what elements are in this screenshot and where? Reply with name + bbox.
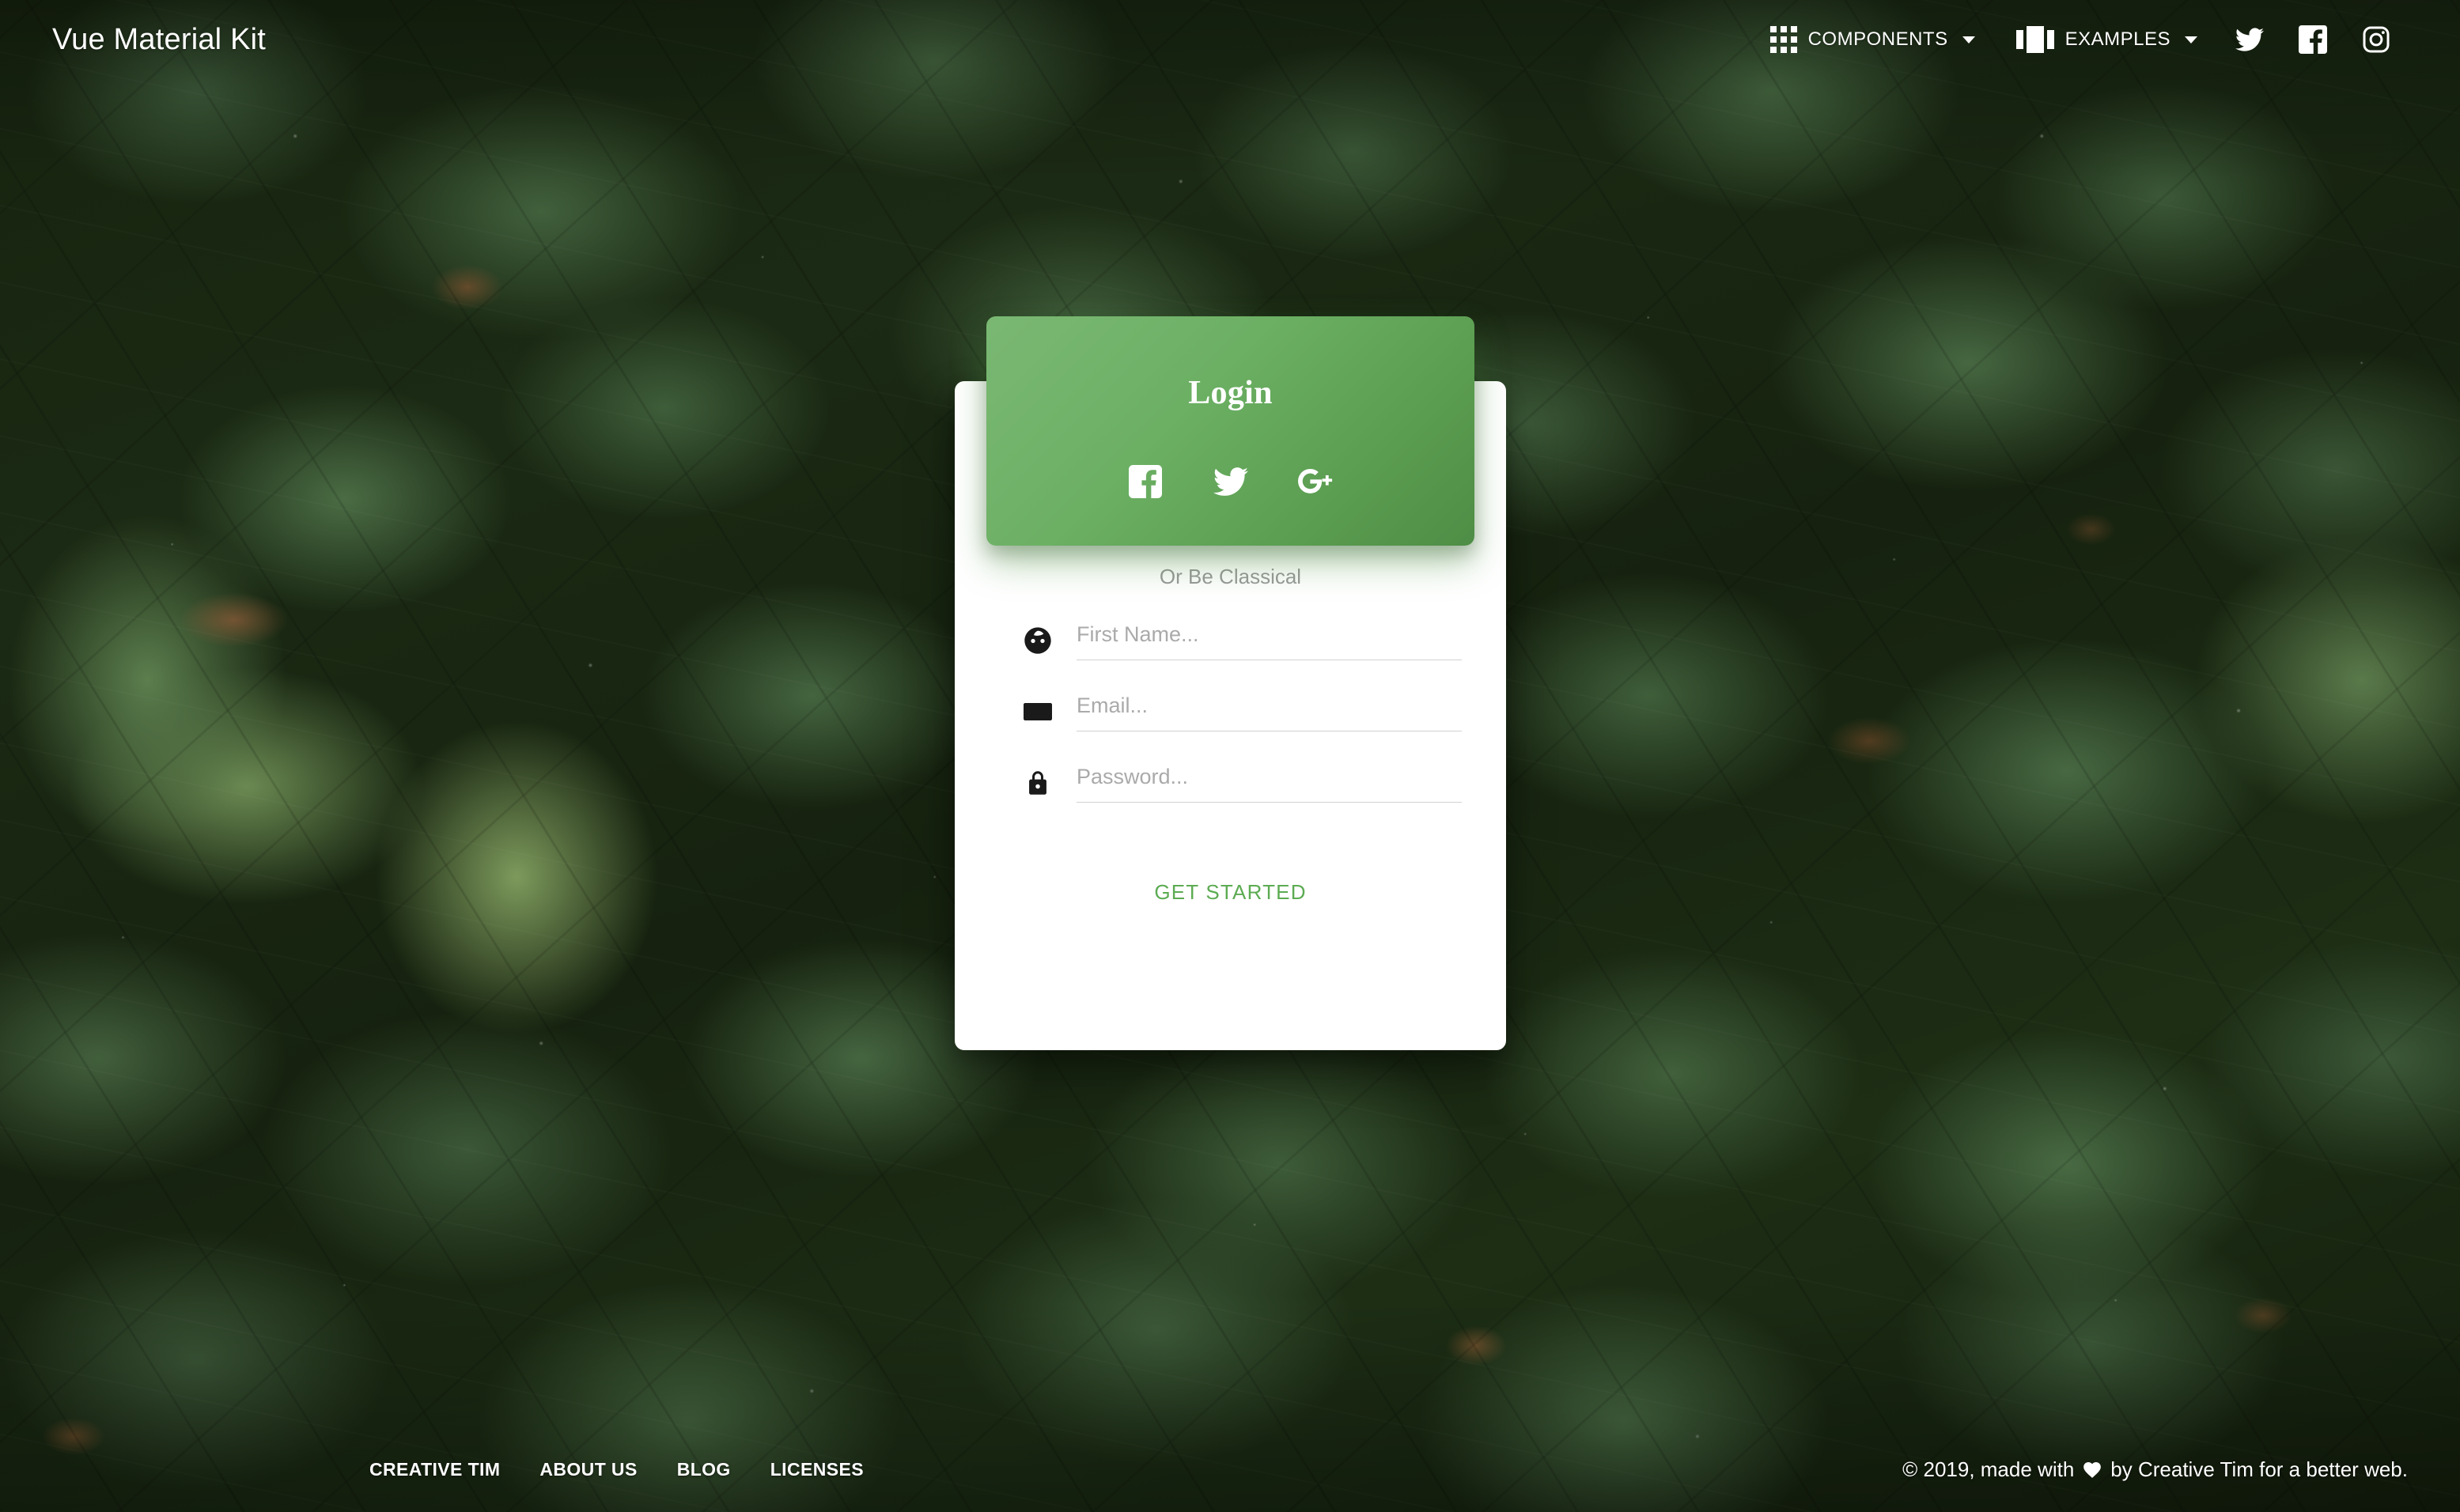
heart-icon xyxy=(2082,1460,2102,1480)
navbar-right-group: COMPONENTS EXAMPLES xyxy=(1750,25,2408,54)
nav-facebook-link[interactable] xyxy=(2281,25,2345,54)
first-name-input[interactable] xyxy=(1077,619,1462,660)
footer-link-creative-tim[interactable]: CREATIVE TIM xyxy=(350,1459,520,1480)
view-carousel-icon xyxy=(2015,26,2054,53)
footer: CREATIVE TIM ABOUT US BLOG LICENSES © 20… xyxy=(0,1427,2460,1512)
field-email xyxy=(999,690,1462,731)
facebook-icon xyxy=(1128,465,1162,498)
google-plus-icon xyxy=(1296,465,1337,498)
facebook-icon xyxy=(2299,25,2327,54)
social-login-row xyxy=(1123,459,1338,504)
get-started-button[interactable]: GET STARTED xyxy=(1127,868,1333,917)
login-page: Vue Material Kit COMPONENTS EXAMPLES Log… xyxy=(0,0,2460,1512)
nav-item-components-label: COMPONENTS xyxy=(1807,28,1948,50)
nav-item-components[interactable]: COMPONENTS xyxy=(1750,26,1996,53)
social-login-twitter-button[interactable] xyxy=(1209,459,1253,504)
email-icon xyxy=(1020,694,1056,730)
footer-link-blog[interactable]: BLOG xyxy=(657,1459,751,1480)
social-login-google-plus-button[interactable] xyxy=(1294,459,1338,504)
footer-links: CREATIVE TIM ABOUT US BLOG LICENSES xyxy=(52,1459,884,1480)
copyright-prefix: © 2019, made with xyxy=(1902,1457,2075,1481)
login-card-header: Login xyxy=(986,316,1474,546)
brand-title[interactable]: Vue Material Kit xyxy=(52,23,266,57)
login-title: Login xyxy=(1188,375,1273,411)
lock-icon xyxy=(1020,765,1056,801)
email-input[interactable] xyxy=(1077,690,1462,731)
twitter-icon xyxy=(2235,25,2264,54)
apps-grid-icon xyxy=(1769,26,1797,53)
password-input[interactable] xyxy=(1077,762,1462,803)
field-password xyxy=(999,762,1462,803)
instagram-icon xyxy=(2362,25,2390,54)
face-icon xyxy=(1020,622,1056,659)
login-card-footer: GET STARTED xyxy=(999,868,1462,917)
nav-item-examples[interactable]: EXAMPLES xyxy=(1996,26,2218,53)
login-card-body: Or Be Classical First Name... Email... G… xyxy=(955,546,1506,917)
divider-text: Or Be Classical xyxy=(1159,565,1302,588)
footer-link-licenses[interactable]: LICENSES xyxy=(751,1459,884,1480)
chevron-down-icon xyxy=(2185,36,2197,43)
footer-link-about-us[interactable]: ABOUT US xyxy=(520,1459,657,1480)
twitter-icon xyxy=(1213,464,1248,499)
nav-twitter-link[interactable] xyxy=(2218,25,2281,54)
field-first-name xyxy=(999,619,1462,660)
copyright-suffix: by Creative Tim for a better web. xyxy=(2110,1457,2408,1481)
nav-instagram-link[interactable] xyxy=(2345,25,2408,54)
chevron-down-icon xyxy=(1962,36,1975,43)
navbar: Vue Material Kit COMPONENTS EXAMPLES xyxy=(0,0,2460,79)
login-card: Login Or Be Classical First Name... Emai… xyxy=(955,316,1506,1050)
nav-item-examples-label: EXAMPLES xyxy=(2065,28,2170,50)
social-login-facebook-button[interactable] xyxy=(1123,459,1168,504)
copyright: © 2019, made with by Creative Tim for a … xyxy=(1902,1457,2408,1482)
